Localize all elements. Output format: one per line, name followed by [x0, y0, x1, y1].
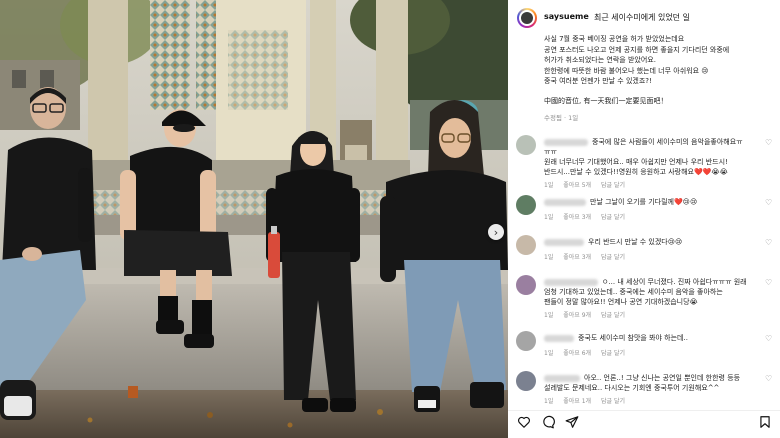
- reply-button[interactable]: 답글 달기: [601, 398, 625, 405]
- comment-text: 아오.. 언론..! 그냥 신나는 공연일 뿐인데 한한령 등등: [584, 374, 741, 382]
- post-caption: 사실 7월 중국 베이징 공연을 허가 받았었는데요 공연 포스터도 나오고 언…: [544, 34, 776, 123]
- comment-avatar[interactable]: [516, 195, 536, 215]
- comment-time: 1일: [544, 398, 554, 405]
- comment-text: 팬들이 정말 많아요!! 언제나 공연 기대하겠습니당😭: [544, 298, 698, 306]
- commenter-name-blurred[interactable]: [544, 199, 586, 206]
- chevron-right-icon[interactable]: ›: [488, 224, 504, 240]
- comment-text: ㅇ... 내 세상이 무너졌다. 진짜 아쉽다ㅠㅠㅠ 원래: [602, 278, 747, 286]
- comment-text: 만날 그날이 오기를 기다릴께❤️😢😢: [590, 198, 698, 206]
- post-photo: ›: [0, 0, 508, 438]
- commenter-name-blurred[interactable]: [544, 239, 584, 246]
- heart-icon[interactable]: ♡: [765, 239, 772, 247]
- comment-likes[interactable]: 좋아요 1개: [563, 398, 591, 405]
- comment-likes[interactable]: 좋아요 6개: [563, 350, 591, 357]
- comment-time: 1일: [544, 312, 554, 319]
- post-header: saysueme 최근 세이수미에게 있었던 일: [508, 0, 780, 36]
- comment-text: 엄청 기대하고 있었는데.. 중국에는 세이수미 음악을 좋아하는: [544, 288, 723, 296]
- comment-avatar[interactable]: [516, 331, 536, 351]
- comment-avatar[interactable]: [516, 371, 536, 391]
- comment-text: ㅠㅠ: [544, 148, 557, 156]
- comment-likes[interactable]: 좋아요 5개: [563, 182, 591, 189]
- comment-meta: 1일 좋아요 9개 답글 달기: [544, 310, 633, 319]
- comment-time: 1일: [544, 182, 554, 189]
- caption-line: 중국 여러분 언젠가 만날 수 있겠죠?!: [544, 77, 652, 86]
- comment-meta: 1일 좋아요 3개 답글 달기: [544, 212, 633, 221]
- heart-icon[interactable]: ♡: [765, 335, 772, 343]
- post-meta: 수정됨 · 1일: [544, 113, 579, 122]
- comment-text: 설레발도 문제네요.. 다시오는 기회엔 중국투어 기원해요^^: [544, 384, 720, 392]
- commenter-name-blurred[interactable]: [544, 375, 580, 382]
- caption-chinese: 中國的音位, 有一天我们一定要见面吧！: [544, 96, 668, 105]
- comment-likes[interactable]: 좋아요 3개: [563, 214, 591, 221]
- action-bar: [508, 410, 780, 432]
- header-caption: 최근 세이수미에게 있었던 일: [594, 13, 690, 22]
- comment-avatar[interactable]: [516, 135, 536, 155]
- commenter-name-blurred[interactable]: [544, 335, 574, 342]
- comment-text: 중국에 많은 사람들이 세이수미의 음악을좋아해요ㅠ: [592, 138, 743, 146]
- comment-likes[interactable]: 좋아요 3개: [563, 254, 591, 261]
- avatar[interactable]: [517, 8, 537, 28]
- share-icon[interactable]: [565, 415, 579, 429]
- caption-line: 공연 포스터도 나오고 언제 공지를 하면 좋을지 기다리던 와중에: [544, 45, 730, 54]
- comment-meta: 1일 좋아요 1개 답글 달기: [544, 396, 633, 405]
- reply-button[interactable]: 답글 달기: [601, 214, 625, 221]
- caption-line: 허가가 취소되었다는 연락을 받았어요.: [544, 56, 656, 65]
- comment-likes[interactable]: 좋아요 9개: [563, 312, 591, 319]
- comment-text: 중국도 세이수미 참맛을 봐야 하는데..: [578, 334, 688, 342]
- comment-meta: 1일 좋아요 6개 답글 달기: [544, 348, 633, 357]
- commenter-name-blurred[interactable]: [544, 279, 598, 286]
- heart-icon[interactable]: ♡: [765, 375, 772, 383]
- comment-text: 원래 너무너무 기대했어요.. 매우 아쉽지만 언제나 우리 반드시!: [544, 158, 728, 166]
- reply-button[interactable]: 답글 달기: [601, 182, 625, 189]
- comment-avatar[interactable]: [516, 235, 536, 255]
- comment-time: 1일: [544, 214, 554, 221]
- heart-icon[interactable]: ♡: [765, 279, 772, 287]
- username[interactable]: saysueme: [544, 12, 589, 21]
- commenter-name-blurred[interactable]: [544, 139, 588, 146]
- bookmark-icon[interactable]: [758, 415, 772, 429]
- reply-button[interactable]: 답글 달기: [601, 254, 625, 261]
- caption-line: 한한령에 따뜻한 바람 불어오나 했는데 너무 아쉬워요 😢: [544, 66, 709, 75]
- heart-icon[interactable]: ♡: [765, 139, 772, 147]
- comment-meta: 1일 좋아요 5개 답글 달기: [544, 180, 633, 189]
- reply-button[interactable]: 답글 달기: [601, 312, 625, 319]
- comment-icon[interactable]: [541, 415, 555, 429]
- comment-meta: 1일 좋아요 3개 답글 달기: [544, 252, 633, 261]
- post-panel: saysueme 최근 세이수미에게 있었던 일 사실 7월 중국 베이징 공연…: [508, 0, 780, 438]
- heart-icon[interactable]: ♡: [765, 199, 772, 207]
- reply-button[interactable]: 답글 달기: [601, 350, 625, 357]
- comment-avatar[interactable]: [516, 275, 536, 295]
- band-photo-illustration: [0, 0, 508, 438]
- caption-line: 사실 7월 중국 베이징 공연을 허가 받았었는데요: [544, 35, 685, 43]
- comment-text: 반드시...만날 수 있겠다!!영원히 응원하고 사랑해요❤️❤️😭😭: [544, 168, 728, 176]
- comment-text: 우리 반드시 만날 수 있겠다😢😢: [588, 238, 683, 246]
- comment-time: 1일: [544, 254, 554, 261]
- heart-icon[interactable]: [517, 415, 531, 429]
- comment-time: 1일: [544, 350, 554, 357]
